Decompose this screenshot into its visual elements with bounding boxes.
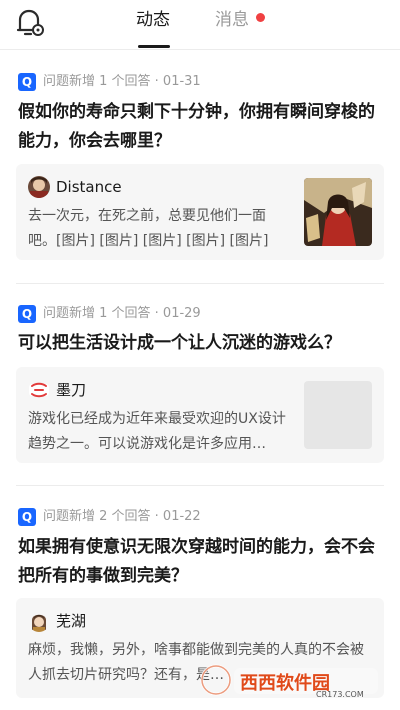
feed-divider <box>16 283 384 284</box>
avatar[interactable] <box>28 176 50 198</box>
question-title[interactable]: 可以把生活设计成一个让人沉迷的游戏么？ <box>18 329 384 358</box>
answer-excerpt: 游戏化已经成为近年来最受欢迎的UX设计趋势之一。可以说游戏化是许多应用… <box>28 411 286 452</box>
avatar[interactable] <box>28 379 50 401</box>
question-badge-icon: Q <box>18 508 36 526</box>
question-title[interactable]: 假如你的寿命只剩下十分钟，你拥有瞬间穿梭的能力，你会去哪里？ <box>18 98 384 156</box>
feed-divider <box>16 485 384 486</box>
watermark-site: CR173.COM <box>316 690 364 699</box>
question-title[interactable]: 如果拥有使意识无限次穿越时间的能力，会不会把所有的事做到完美？ <box>18 533 384 591</box>
feed-item[interactable]: Q 问题新增 1 个回答 · 01-29 可以把生活设计成一个让人沉迷的游戏么？… <box>0 303 400 473</box>
unread-dot-badge <box>256 13 265 22</box>
avatar[interactable] <box>28 610 50 632</box>
feed-item[interactable]: Q 问题新增 1 个回答 · 01-31 假如你的寿命只剩下十分钟，你拥有瞬间穿… <box>0 70 400 270</box>
answer-thumbnail[interactable] <box>304 178 372 246</box>
answer-card[interactable]: Distance 去一次元，在死之前，总要见他们一面吧。[图片] [图片] [图… <box>16 164 384 260</box>
meta-text: 问题新增 1 个回答 · 01-31 <box>43 74 201 89</box>
answer-thumbnail-placeholder[interactable] <box>304 381 372 449</box>
answer-card[interactable]: 墨刀 游戏化已经成为近年来最受欢迎的UX设计趋势之一。可以说游戏化是许多应用… <box>16 367 384 463</box>
question-badge-icon: Q <box>18 305 36 323</box>
tab-feed[interactable]: 动态 <box>136 9 170 31</box>
top-bar: 动态 消息 <box>0 0 400 50</box>
meta-text: 问题新增 1 个回答 · 01-29 <box>43 306 201 321</box>
author-name[interactable]: 墨刀 <box>56 379 86 401</box>
question-badge-icon: Q <box>18 73 36 91</box>
site-watermark: 西西软件园 CR173.COM <box>196 656 382 702</box>
active-tab-indicator <box>138 45 170 48</box>
meta-text: 问题新增 2 个回答 · 01-22 <box>43 509 201 524</box>
tab-messages[interactable]: 消息 <box>215 9 249 31</box>
answer-excerpt: 去一次元，在死之前，总要见他们一面吧。[图片] [图片] [图片] [图片] [… <box>28 208 269 249</box>
author-name[interactable]: 芜湖 <box>56 610 86 632</box>
author-name[interactable]: Distance <box>56 176 122 198</box>
notification-bell-icon[interactable] <box>14 6 46 38</box>
